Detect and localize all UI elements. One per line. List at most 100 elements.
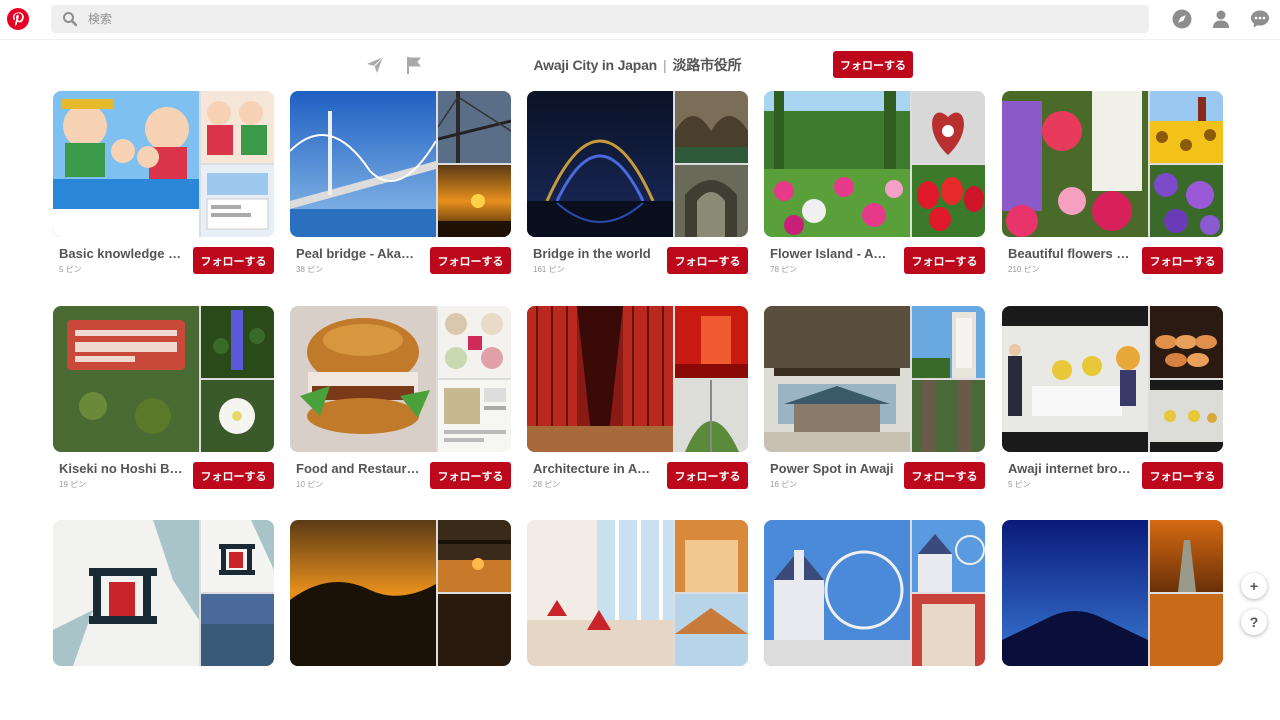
board-cover-thumb-2 bbox=[201, 380, 274, 452]
board-cover-thumb-1 bbox=[438, 520, 511, 592]
follow-board-button[interactable]: フォローする bbox=[904, 247, 985, 274]
board-card[interactable]: Food and Restaurants 10 ピン フォローする bbox=[290, 306, 511, 506]
follow-board-button[interactable]: フォローする bbox=[667, 462, 748, 489]
search-input[interactable] bbox=[88, 9, 1128, 29]
explore-compass-icon[interactable] bbox=[1171, 8, 1193, 30]
search-bar[interactable] bbox=[51, 5, 1149, 33]
board-title[interactable]: Peal bridge - Akashi Kaikyo bbox=[296, 246, 420, 261]
follow-board-button[interactable]: フォローする bbox=[904, 462, 985, 489]
board-cover[interactable] bbox=[290, 91, 511, 237]
profile-icon[interactable] bbox=[1210, 8, 1232, 30]
board-cover-main-image bbox=[527, 306, 673, 452]
board-cover-main-image bbox=[1002, 306, 1148, 452]
board-card[interactable] bbox=[53, 520, 274, 720]
board-cover[interactable] bbox=[527, 91, 748, 237]
follow-board-button[interactable]: フォローする bbox=[430, 247, 511, 274]
board-cover-thumb-1 bbox=[201, 91, 274, 163]
board-card[interactable]: Flower Island - Awaji 78 ピン フォローする bbox=[764, 91, 985, 291]
board-title[interactable]: Awaji internet broadcast bbox=[1008, 461, 1132, 476]
board-title[interactable]: Power Spot in Awaji bbox=[770, 461, 894, 476]
board-cover-main-image bbox=[290, 520, 436, 666]
board-cover-thumb-2 bbox=[201, 165, 274, 237]
board-card[interactable] bbox=[1002, 520, 1223, 720]
board-cover-thumb-2 bbox=[438, 380, 511, 452]
board-cover-thumb-2 bbox=[1150, 165, 1223, 237]
board-title[interactable]: Beautiful flowers of Awaji bbox=[1008, 246, 1132, 261]
board-cover[interactable] bbox=[527, 306, 748, 452]
board-cover[interactable] bbox=[53, 91, 274, 237]
board-cover-thumb-1 bbox=[912, 91, 985, 163]
board-card[interactable] bbox=[290, 520, 511, 720]
board-title[interactable]: Basic knowledge of Awaji bbox=[59, 246, 183, 261]
board-cover-thumb-1 bbox=[438, 306, 511, 378]
board-cover-thumb-1 bbox=[201, 306, 274, 378]
board-card[interactable]: Beautiful flowers of Awaji 210 ピン フォローする bbox=[1002, 91, 1223, 291]
follow-board-button[interactable]: フォローする bbox=[430, 462, 511, 489]
board-card[interactable]: Power Spot in Awaji 16 ピン フォローする bbox=[764, 306, 985, 506]
board-cover-thumb-1 bbox=[675, 306, 748, 378]
board-card[interactable]: Awaji internet broadcast 5 ピン フォローする bbox=[1002, 306, 1223, 506]
follow-board-button[interactable]: フォローする bbox=[1142, 462, 1223, 489]
board-title[interactable]: Bridge in the world bbox=[533, 246, 657, 261]
board-cover-thumb-2 bbox=[438, 165, 511, 237]
board-cover-main-image bbox=[764, 520, 910, 666]
board-cover[interactable] bbox=[527, 520, 748, 666]
board-cover[interactable] bbox=[1002, 306, 1223, 452]
board-title[interactable]: Flower Island - Awaji bbox=[770, 246, 894, 261]
board-cover-main-image bbox=[1002, 91, 1148, 237]
board-pin-count: 5 ピン bbox=[1008, 480, 1031, 489]
board-cover[interactable] bbox=[53, 306, 274, 452]
board-cover[interactable] bbox=[764, 91, 985, 237]
board-pin-count: 210 ピン bbox=[1008, 265, 1040, 274]
board-cover-thumb-1 bbox=[1150, 91, 1223, 163]
board-cover-thumb-1 bbox=[1150, 520, 1223, 592]
help-button[interactable]: ? bbox=[1241, 609, 1267, 635]
board-title[interactable]: Kiseki no Hoshi Botanical bbox=[59, 461, 183, 476]
follow-board-button[interactable]: フォローする bbox=[193, 247, 274, 274]
board-cover[interactable] bbox=[290, 306, 511, 452]
board-card[interactable]: Peal bridge - Akashi Kaikyo 38 ピン フォローする bbox=[290, 91, 511, 291]
board-cover-thumb-1 bbox=[675, 91, 748, 163]
board-card[interactable]: Bridge in the world 161 ピン フォローする bbox=[527, 91, 748, 291]
board-cover[interactable] bbox=[1002, 91, 1223, 237]
board-card[interactable]: Architecture in Awaji 28 ピン フォローする bbox=[527, 306, 748, 506]
board-card[interactable] bbox=[764, 520, 985, 720]
board-card[interactable]: Basic knowledge of Awaji 5 ピン フォローする bbox=[53, 91, 274, 291]
board-cover-thumb-2 bbox=[201, 594, 274, 666]
board-title[interactable]: Architecture in Awaji bbox=[533, 461, 657, 476]
search-icon bbox=[62, 11, 78, 32]
board-cover-thumb-1 bbox=[912, 520, 985, 592]
board-cover-main-image bbox=[527, 520, 673, 666]
flag-icon[interactable] bbox=[404, 55, 424, 75]
follow-board-button[interactable]: フォローする bbox=[667, 247, 748, 274]
board-cover-main-image bbox=[1002, 520, 1148, 666]
board-cover[interactable] bbox=[1002, 520, 1223, 666]
board-title[interactable]: Food and Restaurants bbox=[296, 461, 420, 476]
board-pin-count: 28 ピン bbox=[533, 480, 561, 489]
profile-name-ja: 淡路市役所 bbox=[672, 57, 742, 73]
board-cover-main-image bbox=[764, 306, 910, 452]
pinterest-logo-icon[interactable] bbox=[7, 8, 29, 30]
send-icon[interactable] bbox=[365, 55, 385, 75]
board-pin-count: 78 ピン bbox=[770, 265, 798, 274]
board-card[interactable] bbox=[527, 520, 748, 720]
board-cover[interactable] bbox=[290, 520, 511, 666]
board-cover[interactable] bbox=[53, 520, 274, 666]
messages-icon[interactable] bbox=[1249, 8, 1271, 30]
board-cover-thumb-2 bbox=[912, 594, 985, 666]
board-cover-thumb-2 bbox=[675, 380, 748, 452]
board-cover[interactable] bbox=[764, 520, 985, 666]
board-cover[interactable] bbox=[764, 306, 985, 452]
board-cover-thumb-1 bbox=[438, 91, 511, 163]
board-pin-count: 19 ピン bbox=[59, 480, 87, 489]
board-pin-count: 16 ピン bbox=[770, 480, 798, 489]
add-pin-button[interactable]: + bbox=[1241, 573, 1267, 599]
follow-board-button[interactable]: フォローする bbox=[193, 462, 274, 489]
board-cover-thumb-1 bbox=[675, 520, 748, 592]
board-cover-thumb-2 bbox=[1150, 380, 1223, 452]
board-cover-main-image bbox=[53, 520, 199, 666]
board-card[interactable]: Kiseki no Hoshi Botanical 19 ピン フォローする bbox=[53, 306, 274, 506]
board-cover-main-image bbox=[527, 91, 673, 237]
follow-board-button[interactable]: フォローする bbox=[1142, 247, 1223, 274]
follow-profile-button[interactable]: フォローする bbox=[833, 51, 913, 78]
